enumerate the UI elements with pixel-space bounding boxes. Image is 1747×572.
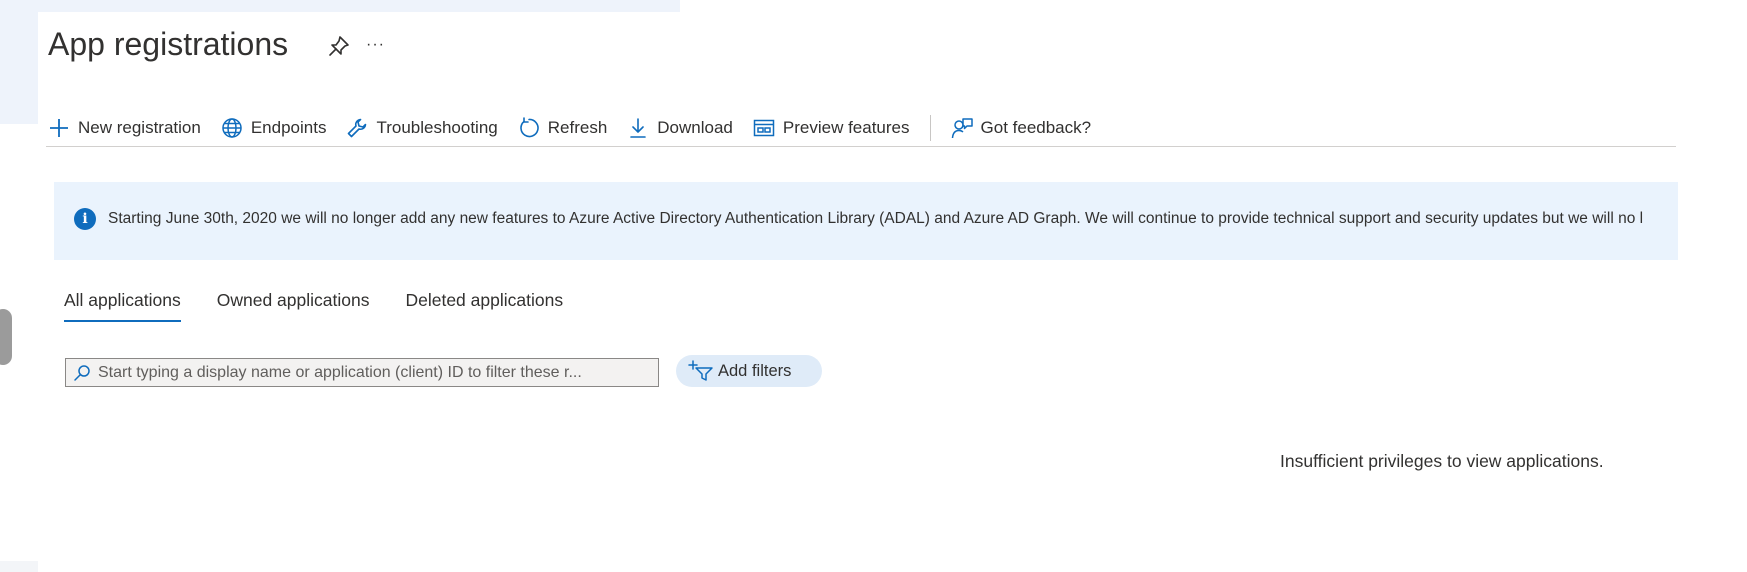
search-input[interactable] [98, 363, 638, 382]
command-bar-divider [46, 146, 1676, 147]
preview-features-button[interactable]: Preview features [753, 117, 910, 139]
add-filters-label: Add filters [718, 361, 792, 380]
add-filter-icon [688, 360, 713, 381]
app-registrations-blade: App registrations ··· New registration E… [38, 12, 1747, 572]
info-banner-text: Starting June 30th, 2020 we will no long… [108, 210, 1644, 227]
add-filters-button[interactable]: Add filters [676, 355, 822, 387]
new-registration-label: New registration [78, 118, 201, 137]
pin-icon[interactable] [326, 34, 352, 58]
feedback-icon [951, 118, 973, 139]
globe-icon [222, 118, 242, 138]
tab-deleted-applications[interactable]: Deleted applications [405, 290, 563, 322]
download-icon [630, 118, 647, 138]
new-registration-button[interactable]: New registration [48, 117, 201, 139]
download-label: Download [657, 118, 733, 137]
empty-state-message: Insufficient privileges to view applicat… [1280, 451, 1604, 471]
command-bar: New registration Endpoints Troubleshooti… [48, 108, 1111, 148]
tab-all-applications[interactable]: All applications [64, 290, 181, 322]
download-button[interactable]: Download [627, 117, 733, 139]
tab-owned-applications[interactable]: Owned applications [217, 290, 370, 322]
search-box [65, 358, 659, 387]
endpoints-button[interactable]: Endpoints [221, 117, 327, 139]
more-options-button[interactable]: ··· [366, 36, 385, 54]
endpoints-label: Endpoints [250, 118, 327, 137]
toolbar-divider [929, 115, 931, 141]
refresh-button[interactable]: Refresh [518, 117, 608, 139]
plus-icon [50, 119, 68, 137]
info-icon: i [74, 208, 96, 230]
info-banner: i Starting June 30th, 2020 we will no lo… [54, 182, 1678, 260]
troubleshooting-button[interactable]: Troubleshooting [346, 117, 498, 139]
search-icon [74, 364, 90, 381]
troubleshooting-label: Troubleshooting [376, 118, 498, 137]
preview-features-icon [753, 119, 775, 137]
wrench-icon [348, 118, 367, 138]
preview-features-label: Preview features [782, 118, 910, 137]
feedback-label: Got feedback? [980, 118, 1092, 137]
feedback-button[interactable]: Got feedback? [951, 117, 1092, 139]
refresh-label: Refresh [547, 118, 608, 137]
refresh-icon [519, 117, 539, 138]
page-title: App registrations [48, 26, 289, 62]
application-tabs: All applications Owned applications Dele… [64, 290, 599, 322]
background-scroll-handle [0, 309, 12, 365]
